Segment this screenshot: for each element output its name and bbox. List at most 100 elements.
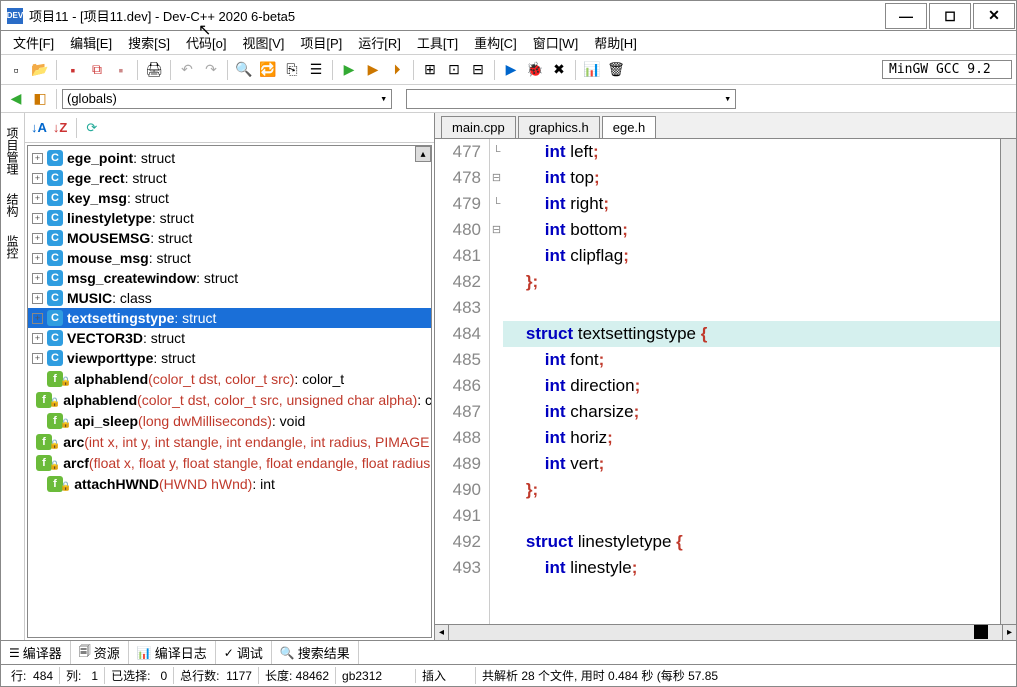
back-icon[interactable]: ◀	[5, 88, 27, 110]
line-gutter: 4774784794804814824834844854864874884894…	[435, 139, 489, 640]
menu-item[interactable]: 帮助[H]	[586, 33, 645, 52]
sort-asc-icon[interactable]: ↓A	[31, 120, 47, 135]
tree-item[interactable]: +Cmsg_createwindow: struct	[28, 268, 431, 288]
compile-run-icon[interactable]: ⏵	[386, 59, 408, 81]
menu-item[interactable]: 工具[T]	[409, 33, 466, 52]
output-tab[interactable]: ✓调试	[216, 641, 272, 664]
tree-item[interactable]: f🔒arcf (float x, float y, float stangle,…	[28, 452, 431, 473]
bottom-tab-bar: ☰编译器🗐资源📊编译日志✓调试🔍搜索结果	[1, 640, 1016, 664]
menu-item[interactable]: 重构[C]	[466, 33, 525, 52]
editor-tab[interactable]: ege.h	[602, 116, 657, 138]
left-tab-strip: 项目管理结构监控	[1, 113, 25, 640]
menu-item[interactable]: 视图[V]	[234, 33, 292, 52]
close-button[interactable]: ✕	[973, 3, 1015, 29]
tree-item[interactable]: f🔒arc (int x, int y, int stangle, int en…	[28, 431, 431, 452]
tree-item[interactable]: +CMOUSEMSG: struct	[28, 228, 431, 248]
editor-tab[interactable]: graphics.h	[518, 116, 600, 138]
print-icon[interactable]: 🖨	[143, 59, 165, 81]
app-icon: DEV	[7, 8, 23, 24]
scope-combo[interactable]: (globals)	[62, 89, 392, 109]
editor-tab-bar: main.cppgraphics.hege.h	[435, 113, 1016, 139]
side-tab[interactable]: 结构	[2, 187, 23, 223]
grid-icon[interactable]: ⊞	[419, 59, 441, 81]
tree-item[interactable]: f🔒attachHWND (HWND hWnd): int	[28, 473, 431, 494]
sort-desc-icon[interactable]: ↓Z	[53, 120, 67, 135]
grid2-icon[interactable]: ⊡	[443, 59, 465, 81]
maximize-button[interactable]: ◻	[929, 3, 971, 29]
tree-item[interactable]: +Ckey_msg: struct	[28, 188, 431, 208]
compile-icon[interactable]: ▶	[338, 59, 360, 81]
output-tab[interactable]: 🔍搜索结果	[272, 641, 359, 664]
menu-item[interactable]: 文件[F]	[5, 33, 62, 52]
replace-icon[interactable]: 🔁	[257, 59, 279, 81]
tree-item[interactable]: +CMUSIC: class	[28, 288, 431, 308]
editor-area: main.cppgraphics.hege.h 4774784794804814…	[435, 113, 1016, 640]
refresh-tree-icon[interactable]: ⟳	[86, 120, 97, 136]
debug-run-icon[interactable]: ▶	[500, 59, 522, 81]
menu-item[interactable]: 搜索[S]	[120, 33, 178, 52]
saveas-icon[interactable]: ▪	[110, 59, 132, 81]
editor-tab[interactable]: main.cpp	[441, 116, 516, 138]
vertical-scrollbar[interactable]	[1000, 139, 1016, 624]
status-row: 行: 484	[5, 667, 60, 684]
member-combo[interactable]	[406, 89, 736, 109]
fold-column[interactable]: └⊟└⊟	[489, 139, 503, 640]
main-toolbar: ▫ 📂 ▪ ⧉ ▪ 🖨 ↶ ↷ 🔍 🔁 ⎘ ☰ ▶ ▶ ⏵ ⊞ ⊡ ⊟ ▶ 🐞 …	[1, 55, 1016, 85]
tree-item[interactable]: f🔒alphablend (color_t dst, color_t src):…	[28, 368, 431, 389]
title-bar: DEV 项目11 - [项目11.dev] - Dev-C++ 2020 6-b…	[1, 1, 1016, 31]
output-tab[interactable]: 📊编译日志	[129, 641, 216, 664]
class-browser-toolbar: ↓A ↓Z ⟳	[25, 113, 434, 143]
stop-debug-icon[interactable]: ✖	[548, 59, 570, 81]
status-sel: 已选择: 0	[105, 667, 174, 684]
side-tab[interactable]: 监控	[2, 229, 23, 265]
status-col: 列: 1	[60, 667, 105, 684]
saveall-icon[interactable]: ⧉	[86, 59, 108, 81]
profiler-icon[interactable]: 📊	[581, 59, 603, 81]
search-icon[interactable]: 🔍	[233, 59, 255, 81]
tree-item[interactable]: +Cege_rect: struct	[28, 168, 431, 188]
status-encoding: gb2312	[336, 669, 416, 683]
bookmark-icon[interactable]: ◧	[29, 88, 51, 110]
tree-item[interactable]: +Cviewporttype: struct	[28, 348, 431, 368]
nav-toolbar: ◀ ◧ (globals)	[1, 85, 1016, 113]
tree-item[interactable]: +Cege_point: struct	[28, 148, 431, 168]
status-len: 长度: 48462	[259, 667, 336, 684]
goto-icon[interactable]: ⎘	[281, 59, 303, 81]
menu-item[interactable]: 项目[P]	[292, 33, 350, 52]
undo-icon[interactable]: ↶	[176, 59, 198, 81]
output-tab[interactable]: 🗐资源	[71, 641, 129, 664]
trash-icon[interactable]: 🗑	[605, 59, 627, 81]
redo-icon[interactable]: ↷	[200, 59, 222, 81]
grid3-icon[interactable]: ⊟	[467, 59, 489, 81]
tree-item[interactable]: f🔒alphablend (color_t dst, color_t src, …	[28, 389, 431, 410]
run-icon[interactable]: ▶	[362, 59, 384, 81]
scroll-up-icon[interactable]: ▴	[415, 146, 431, 162]
horizontal-scrollbar[interactable]: ◂▸	[435, 624, 1016, 640]
save-icon[interactable]: ▪	[62, 59, 84, 81]
status-bar: 行: 484 列: 1 已选择: 0 总行数: 1177 长度: 48462 g…	[1, 664, 1016, 686]
tree-item[interactable]: +Cmouse_msg: struct	[28, 248, 431, 268]
bug-icon[interactable]: 🐞	[524, 59, 546, 81]
menu-item[interactable]: 运行[R]	[350, 33, 409, 52]
class-tree[interactable]: ▴ +Cege_point: struct+Cege_rect: struct+…	[27, 145, 432, 638]
tree-item[interactable]: f🔒api_sleep (long dwMilliseconds): void	[28, 410, 431, 431]
code-content[interactable]: int left; int top; int right; int bottom…	[503, 139, 1016, 640]
new-file-icon[interactable]: ▫	[5, 59, 27, 81]
search-all-icon[interactable]: ☰	[305, 59, 327, 81]
minimize-button[interactable]: —	[885, 3, 927, 29]
menu-item[interactable]: 代码[o]	[178, 33, 234, 52]
class-browser-panel: ↓A ↓Z ⟳ ▴ +Cege_point: struct+Cege_rect:…	[25, 113, 435, 640]
open-icon[interactable]: 📂	[29, 59, 51, 81]
code-editor[interactable]: 4774784794804814824834844854864874884894…	[435, 139, 1016, 640]
menu-bar: 文件[F]编辑[E]搜索[S]代码[o]视图[V]项目[P]运行[R]工具[T]…	[1, 31, 1016, 55]
side-tab[interactable]: 项目管理	[2, 121, 23, 181]
tree-item[interactable]: +Clinestyletype: struct	[28, 208, 431, 228]
status-total: 总行数: 1177	[174, 667, 259, 684]
tree-item[interactable]: +Ctextsettingstype: struct	[28, 308, 431, 328]
compiler-selector[interactable]: MinGW GCC 9.2	[882, 60, 1012, 79]
output-tab[interactable]: ☰编译器	[1, 641, 71, 664]
menu-item[interactable]: 窗口[W]	[525, 33, 587, 52]
tree-item[interactable]: +CVECTOR3D: struct	[28, 328, 431, 348]
menu-item[interactable]: 编辑[E]	[62, 33, 120, 52]
status-mode: 插入	[416, 667, 476, 684]
